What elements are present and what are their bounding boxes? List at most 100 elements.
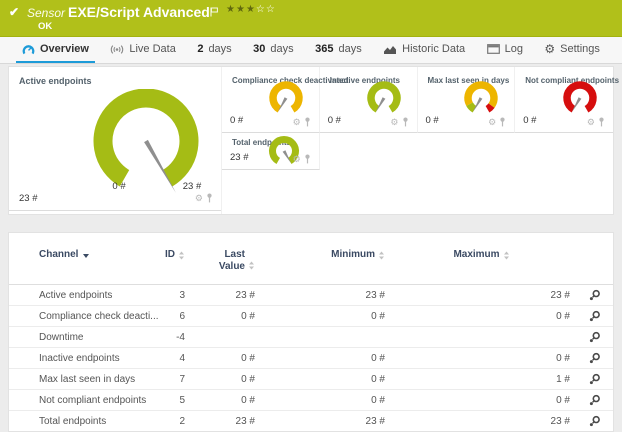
channel-settings-button[interactable] (574, 289, 614, 302)
tab-label: Historic Data (402, 43, 465, 55)
channel-settings-button[interactable] (574, 352, 614, 365)
tab-settings[interactable]: ⚙Settings (538, 37, 606, 63)
tab-label: Live Data (129, 43, 175, 55)
tab-365-days[interactable]: 365 days (309, 37, 368, 63)
log-icon (487, 44, 500, 54)
gauge-card-active-endpoints: Active endpoints 0 # 23 # 23 # ⚙ (9, 67, 221, 214)
column-header-minimum[interactable]: Minimum (259, 249, 389, 260)
pin-icon[interactable] (499, 117, 506, 127)
cell-id: 5 (159, 395, 189, 406)
tab-prefix: 365 (315, 43, 333, 55)
flag-icon[interactable] (210, 4, 218, 22)
gauge-card-max-last-seen-in-days: Max last seen in days0 #⚙ (418, 67, 516, 133)
cell-maximum: 23 # (389, 290, 574, 301)
gauge-value: 23 # (230, 152, 249, 163)
sort-icon (503, 251, 510, 260)
cell-channel[interactable]: Not compliant endpoints (39, 395, 159, 406)
chart-icon (383, 44, 397, 55)
gauge-max-label: 23 # (177, 181, 207, 192)
gauge-value: 0 # (328, 115, 341, 126)
gauge (261, 134, 307, 170)
table-body: Active endpoints323 #23 #23 #Compliance … (9, 285, 613, 432)
gear-icon[interactable]: ⚙ (195, 194, 203, 203)
cell-maximum: 23 # (389, 416, 574, 427)
cell-id: -4 (159, 332, 189, 343)
status-badge: OK (38, 21, 52, 32)
tab-log[interactable]: Log (481, 37, 529, 63)
cell-maximum: 0 # (389, 353, 574, 364)
channel-settings-button[interactable] (574, 310, 614, 323)
cell-id: 4 (159, 353, 189, 364)
pin-icon[interactable] (304, 154, 311, 164)
grid-filler (320, 133, 418, 170)
cell-channel[interactable]: Inactive endpoints (39, 353, 159, 364)
channel-settings-button[interactable] (574, 331, 614, 344)
cell-minimum: 23 # (259, 416, 389, 427)
cell-last-value: 23 # (189, 416, 259, 427)
cell-channel[interactable]: Compliance check deacti... (39, 311, 159, 322)
cell-id: 6 (159, 311, 189, 322)
gear-icon: ⚙ (544, 43, 555, 55)
cell-minimum: 23 # (259, 290, 389, 301)
pin-icon[interactable] (598, 117, 605, 127)
table-row: Active endpoints323 #23 #23 # (9, 285, 613, 306)
column-header-last-value[interactable]: Last Value (189, 249, 259, 273)
gauge (456, 79, 506, 119)
cell-minimum: 0 # (259, 311, 389, 322)
tab-live-data[interactable]: Live Data (104, 37, 181, 63)
cell-channel[interactable]: Max last seen in days (39, 374, 159, 385)
gauge-value: 0 # (523, 115, 536, 126)
gauge-card-total-endpoints: Total endpoints23 #⚙ (222, 133, 320, 170)
cell-last-value: 0 # (189, 374, 259, 385)
priority-stars[interactable]: ★★★☆☆ (226, 4, 276, 15)
gear-icon[interactable]: ⚙ (390, 118, 398, 127)
tab-label: Log (505, 43, 523, 55)
column-header-id[interactable]: ID (159, 249, 189, 260)
cell-channel[interactable]: Active endpoints (39, 290, 159, 301)
tab-overview[interactable]: Overview (16, 37, 95, 63)
gauge (359, 79, 409, 119)
column-header-channel[interactable]: Channel (39, 249, 159, 260)
pin-icon[interactable] (206, 193, 213, 203)
channel-settings-button[interactable] (574, 394, 614, 407)
gauge-min-label: 0 # (104, 181, 134, 192)
tab-bar: Overview Live Data 2 days 30 days 365 days Histo… (0, 37, 622, 64)
tab-2-days[interactable]: 2 days (191, 37, 237, 63)
cell-channel[interactable]: Downtime (39, 332, 159, 343)
cell-maximum: 0 # (389, 395, 574, 406)
channels-table-panel: Channel ID Last Value Minimum Maximum Ac… (8, 232, 614, 432)
gear-icon[interactable]: ⚙ (293, 118, 301, 127)
gauge-value: 0 # (230, 115, 243, 126)
gear-icon[interactable]: ⚙ (488, 118, 496, 127)
table-row: Compliance check deacti...60 #0 #0 # (9, 306, 613, 327)
table-row: Max last seen in days70 #0 #1 # (9, 369, 613, 390)
cell-channel[interactable]: Total endpoints (39, 416, 159, 427)
gear-icon[interactable]: ⚙ (587, 118, 595, 127)
gauge-icon (22, 44, 35, 55)
sort-desc-icon (82, 253, 90, 259)
cell-id: 2 (159, 416, 189, 427)
table-row: Downtime-4 (9, 327, 613, 348)
tab-label: days (208, 43, 231, 55)
tab-prefix: 2 (197, 43, 203, 55)
cell-maximum: 0 # (389, 311, 574, 322)
channel-settings-button[interactable] (574, 415, 614, 428)
pin-icon[interactable] (402, 117, 409, 127)
gauge-card-not-compliant-endpoints: Not compliant endpoints0 #⚙ (515, 67, 613, 133)
tab-historic-data[interactable]: Historic Data (377, 37, 471, 63)
tab-prefix: 30 (253, 43, 265, 55)
object-kind-label: Sensor (27, 6, 65, 20)
cell-last-value: 0 # (189, 395, 259, 406)
channel-settings-button[interactable] (574, 373, 614, 386)
sort-icon (378, 251, 385, 260)
column-header-maximum[interactable]: Maximum (389, 249, 574, 260)
tab-label: days (270, 43, 293, 55)
tab-30-days[interactable]: 30 days (247, 37, 300, 63)
sensor-header: ✔ Sensor EXE/Script Advanced ★★★☆☆ OK (0, 0, 622, 37)
gear-icon[interactable]: ⚙ (293, 155, 301, 164)
cell-minimum: 0 # (259, 374, 389, 385)
pin-icon[interactable] (304, 117, 311, 127)
tab-label: days (338, 43, 361, 55)
gauge (261, 79, 311, 119)
cell-last-value: 0 # (189, 311, 259, 322)
